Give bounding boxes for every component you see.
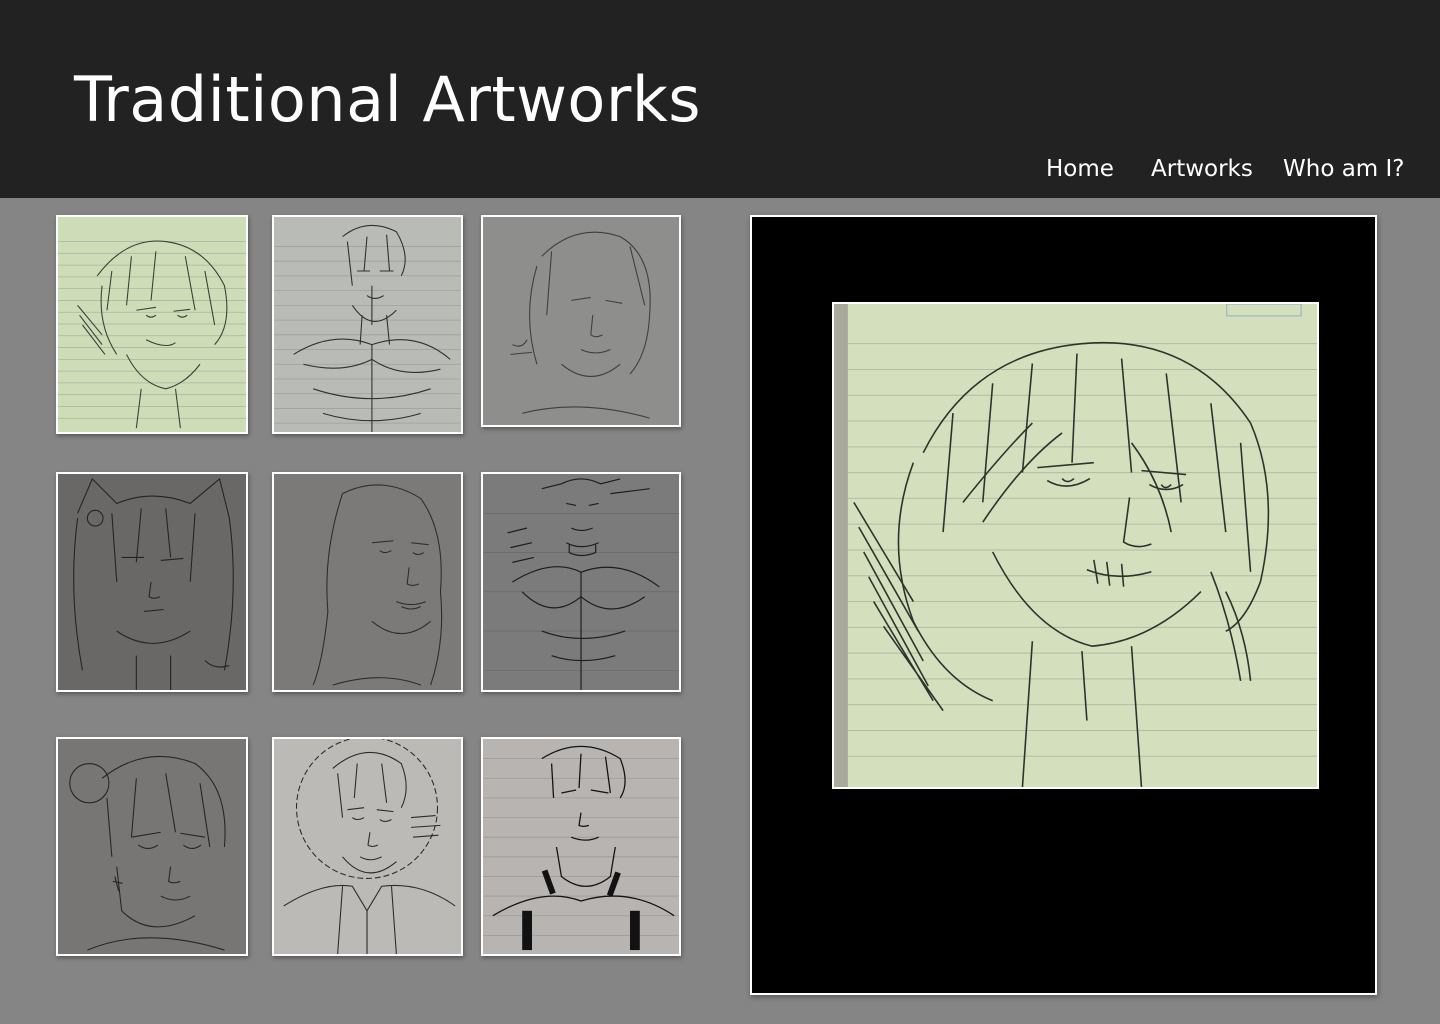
sketch-image-1: [58, 217, 246, 432]
sketch-image-4: [58, 474, 246, 690]
artwork-thumbnail-9[interactable]: [481, 737, 681, 956]
sketch-image-6: [483, 474, 679, 690]
artwork-thumbnail-8[interactable]: [272, 737, 463, 956]
artwork-thumbnail-3[interactable]: [481, 215, 681, 427]
artwork-preview-image: [832, 302, 1319, 789]
artwork-thumbnail-5[interactable]: [272, 472, 463, 692]
sketch-image-7: [58, 739, 246, 954]
artwork-thumbnail-4[interactable]: [56, 472, 248, 692]
nav-who-am-i[interactable]: Who am I?: [1283, 156, 1405, 182]
page-title: Traditional Artworks: [74, 63, 702, 136]
artwork-thumbnail-7[interactable]: [56, 737, 248, 956]
site-header: Traditional Artworks Home Artworks Who a…: [0, 0, 1440, 198]
artwork-thumbnail-2[interactable]: [272, 215, 463, 434]
artwork-thumbnail-1[interactable]: [56, 215, 248, 434]
sketch-image-5: [274, 474, 461, 690]
artwork-thumbnail-6[interactable]: [481, 472, 681, 692]
nav-artworks[interactable]: Artworks: [1151, 156, 1253, 182]
artwork-preview-panel: [750, 215, 1377, 995]
sketch-image-8: [274, 739, 461, 954]
sketch-image-9: [483, 739, 679, 954]
nav-home[interactable]: Home: [1046, 156, 1114, 182]
sketch-image-3: [483, 217, 679, 425]
preview-sketch: [834, 304, 1317, 787]
sketch-image-2: [274, 217, 461, 432]
